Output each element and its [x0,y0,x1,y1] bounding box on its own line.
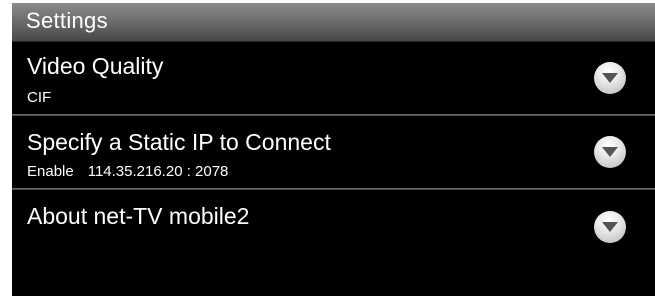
setting-item-static-ip[interactable]: Specify a Static IP to Connect Enable 114… [12,116,655,189]
setting-value: Enable 114.35.216.20 : 2078 [27,163,228,181]
chevron-down-icon [602,73,618,83]
static-ip-status: Enable [27,163,74,180]
chevron-down-icon [602,222,618,232]
chevron-down-icon [602,147,618,157]
dropdown-button[interactable] [594,211,626,243]
setting-value: CIF [27,89,52,106]
setting-item-video-quality[interactable]: Video Quality CIF [12,42,655,115]
setting-title: About net-TV mobile2 [27,203,250,229]
dropdown-button[interactable] [594,62,626,94]
page-title: Settings [26,8,108,33]
title-bar: Settings [12,3,655,42]
setting-item-about[interactable]: About net-TV mobile2 [12,190,655,296]
settings-screen: Settings Video Quality CIF Specify a Sta… [12,3,655,296]
setting-title: Specify a Static IP to Connect [27,129,331,155]
dropdown-button[interactable] [594,136,626,168]
setting-title: Video Quality [27,53,164,79]
static-ip-address: 114.35.216.20 : 2078 [87,163,229,180]
